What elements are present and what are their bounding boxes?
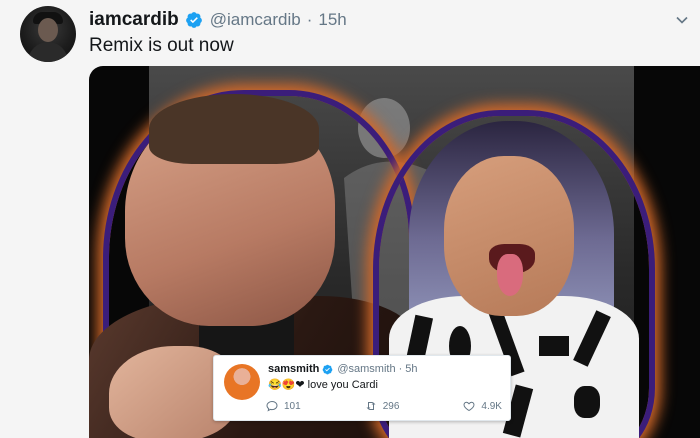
verified-badge-icon [323, 364, 333, 374]
embedded-text-body: love you Cardi [307, 379, 378, 391]
left-portrait-hair [149, 94, 319, 164]
embedded-tweet-avatar[interactable] [224, 364, 260, 400]
retweet-count: 296 [382, 400, 400, 412]
embedded-tweet-text: 😂😍❤ love you Cardi [268, 378, 378, 391]
tweet-avatar[interactable] [20, 6, 76, 62]
separator: · [306, 10, 313, 29]
heart-icon [463, 401, 475, 412]
retweet-action[interactable]: 296 [365, 400, 400, 412]
embedded-tweet-actions: 101 296 4.9K [266, 400, 502, 412]
reply-action[interactable]: 101 [266, 400, 301, 412]
verified-badge-icon [185, 12, 202, 28]
reply-icon [266, 400, 278, 412]
display-name[interactable]: iamcardib [89, 9, 179, 31]
embedded-display-name[interactable]: samsmith [268, 363, 319, 375]
embedded-separator: · [398, 363, 403, 375]
tweet-header: iamcardib @iamcardib · 15h [89, 9, 347, 31]
timestamp[interactable]: 15h [318, 10, 346, 30]
like-count: 4.9K [481, 400, 502, 412]
chevron-down-icon[interactable] [672, 10, 692, 30]
tweet-text: Remix is out now [89, 35, 234, 56]
retweet-icon [366, 402, 376, 410]
embedded-tweet-header: samsmith @samsmith · 5h [268, 363, 418, 375]
reply-count: 101 [284, 400, 301, 412]
embedded-tweet-card[interactable]: samsmith @samsmith · 5h 😂😍❤ love you Car… [213, 355, 511, 421]
embedded-timestamp[interactable]: 5h [405, 363, 417, 375]
emoji-group: 😂😍❤ [268, 379, 305, 391]
handle[interactable]: @iamcardib [210, 10, 301, 30]
right-portrait-tongue [497, 254, 523, 296]
embedded-handle[interactable]: @samsmith [337, 363, 395, 375]
like-action[interactable]: 4.9K [463, 400, 502, 412]
